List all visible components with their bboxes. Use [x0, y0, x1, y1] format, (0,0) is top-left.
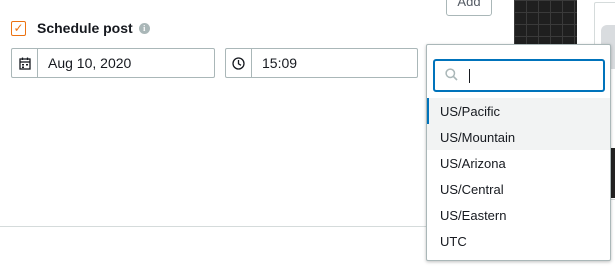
timezone-dropdown[interactable]: US/Pacific US/Mountain US/Arizona US/Cen…: [426, 44, 611, 261]
search-icon: [445, 67, 458, 84]
schedule-post-label[interactable]: Schedule post: [37, 20, 133, 36]
timezone-option[interactable]: US/Mountain: [427, 124, 610, 150]
checkmark-icon: ✓: [13, 21, 24, 35]
clock-icon[interactable]: [226, 49, 252, 77]
calendar-icon[interactable]: [12, 49, 38, 77]
date-value[interactable]: Aug 10, 2020: [38, 55, 131, 71]
timezone-search-input[interactable]: [433, 59, 605, 92]
timezone-option[interactable]: US/Central: [427, 176, 610, 202]
timezone-option[interactable]: US/Arizona: [427, 150, 610, 176]
text-cursor: [469, 68, 470, 83]
add-button[interactable]: Add: [446, 0, 492, 16]
info-icon[interactable]: i: [138, 22, 150, 34]
timezone-option[interactable]: UTC: [427, 228, 610, 254]
timezone-option[interactable]: US/Pacific: [427, 98, 610, 124]
timezone-options: US/Pacific US/Mountain US/Arizona US/Cen…: [427, 98, 610, 254]
schedule-post-row: ✓ Schedule post i: [11, 19, 150, 37]
time-field[interactable]: 15:09: [225, 48, 418, 78]
schedule-post-checkbox[interactable]: ✓: [11, 20, 26, 36]
section-divider: [0, 226, 430, 227]
time-value[interactable]: 15:09: [252, 55, 297, 71]
date-field[interactable]: Aug 10, 2020: [11, 48, 215, 78]
timezone-option[interactable]: US/Eastern: [427, 202, 610, 228]
